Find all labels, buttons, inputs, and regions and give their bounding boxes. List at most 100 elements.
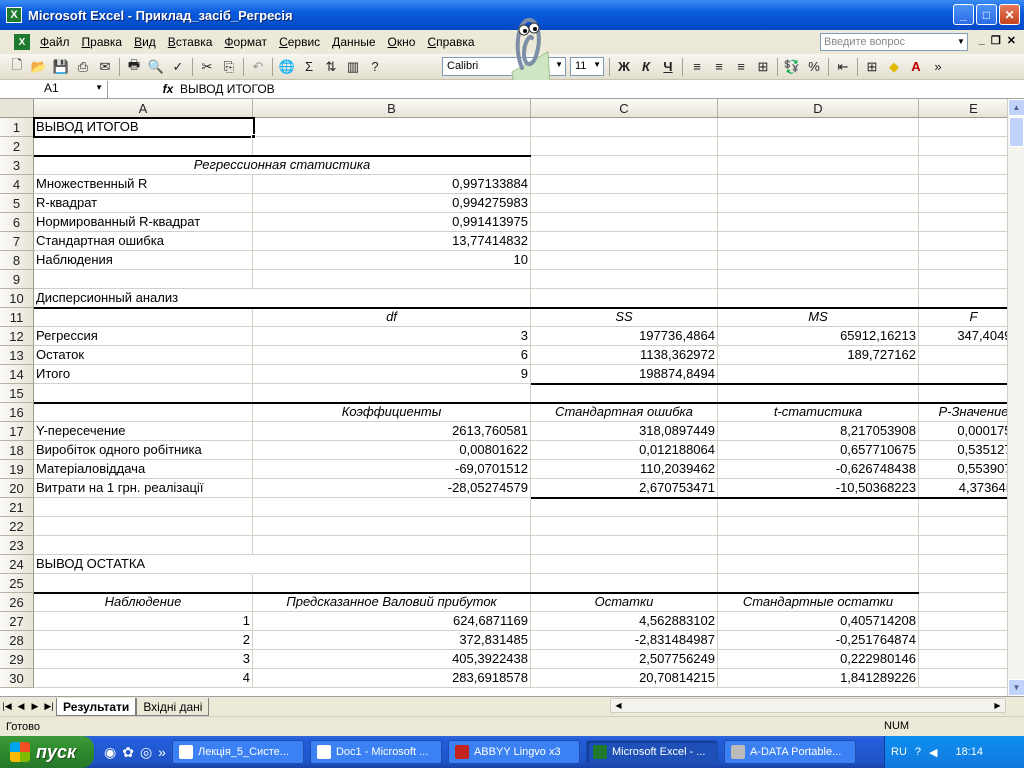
cell-d15[interactable] [718, 384, 919, 403]
select-all-corner[interactable] [0, 99, 34, 118]
row-header[interactable]: 9 [0, 270, 34, 289]
cell-c29[interactable]: 2,507756249 [531, 650, 718, 669]
cell-a29[interactable]: 3 [34, 650, 253, 669]
cell-d14[interactable] [718, 365, 919, 384]
vertical-scrollbar[interactable]: ▲ ▼ [1007, 99, 1024, 696]
new-icon[interactable]: 🗋 [6, 56, 28, 78]
cut-icon[interactable]: ✂ [196, 56, 218, 78]
italic-icon[interactable]: К [635, 56, 657, 78]
cell-b12[interactable]: 3 [253, 327, 531, 346]
hyperlink-icon[interactable]: 🌐 [276, 56, 298, 78]
column-header-b[interactable]: B [253, 99, 531, 118]
row-header[interactable]: 7 [0, 232, 34, 251]
cell-c24[interactable] [531, 555, 718, 574]
cell-a14[interactable]: Итого [34, 365, 253, 384]
close-button[interactable]: ✕ [999, 4, 1020, 25]
maximize-button[interactable]: □ [976, 4, 997, 25]
cell-c28[interactable]: -2,831484987 [531, 631, 718, 650]
menu-edit[interactable]: Правка [76, 35, 129, 49]
cell-b25[interactable] [253, 574, 531, 593]
worksheet-grid[interactable]: A B C D E 1 ВЫВОД ИТОГОВ 2 3 Регрессионная статис… [0, 99, 1024, 696]
row-header[interactable]: 30 [0, 669, 34, 688]
fx-icon[interactable]: fx [156, 82, 180, 96]
spelling-icon[interactable]: ✓ [167, 56, 189, 78]
cell-a18[interactable]: Виробіток одного робітника [34, 441, 253, 460]
cell-b2[interactable] [253, 137, 531, 156]
cell-a6[interactable]: Нормированный R-квадрат [34, 213, 253, 232]
column-header-a[interactable]: A [34, 99, 253, 118]
row-header[interactable]: 15 [0, 384, 34, 403]
cell-d3[interactable] [718, 156, 919, 175]
cell-b19[interactable]: -69,0701512 [253, 460, 531, 479]
row-header[interactable]: 12 [0, 327, 34, 346]
cell-b18[interactable]: 0,00801622 [253, 441, 531, 460]
ask-question-input[interactable]: Введите вопрос [820, 33, 968, 51]
cell-b28[interactable]: 372,831485 [253, 631, 531, 650]
cell-a13[interactable]: Остаток [34, 346, 253, 365]
cell-a20[interactable]: Витрати на 1 грн. реалізації [34, 479, 253, 498]
task-excel[interactable]: Microsoft Excel - ... [585, 740, 718, 764]
task-adata[interactable]: A-DATA Portable... [723, 740, 856, 764]
menu-file[interactable]: Файл [34, 35, 76, 49]
row-header[interactable]: 25 [0, 574, 34, 593]
cell-d10[interactable] [718, 289, 919, 308]
horizontal-scrollbar[interactable]: ◀ ▶ [610, 698, 1006, 713]
cell-b29[interactable]: 405,3922438 [253, 650, 531, 669]
cell-b30[interactable]: 283,6918578 [253, 669, 531, 688]
cell-a21[interactable] [34, 498, 253, 517]
merge-center-icon[interactable]: ⊞ [752, 56, 774, 78]
menu-window[interactable]: Окно [382, 35, 422, 49]
toolbar-options-icon[interactable]: » [927, 56, 949, 78]
row-header[interactable]: 8 [0, 251, 34, 270]
cell-d28[interactable]: -0,251764874 [718, 631, 919, 650]
print-preview-icon[interactable]: 🔍 [145, 56, 167, 78]
undo-icon[interactable]: ↶ [247, 56, 269, 78]
cell-b21[interactable] [253, 498, 531, 517]
menu-format[interactable]: Формат [218, 35, 273, 49]
cell-a2[interactable] [34, 137, 253, 156]
first-sheet-icon[interactable]: |◀ [0, 701, 14, 712]
cell-a24[interactable]: ВЫВОД ОСТАТКА [34, 555, 253, 574]
doc-restore-button[interactable]: ❐ [991, 34, 1001, 47]
name-box[interactable]: A1 ▼ [0, 80, 108, 98]
cell-d5[interactable] [718, 194, 919, 213]
cell-d27[interactable]: 0,405714208 [718, 612, 919, 631]
row-header[interactable]: 17 [0, 422, 34, 441]
cell-c7[interactable] [531, 232, 718, 251]
workbook-icon[interactable]: X [14, 34, 30, 50]
tray-expand-icon[interactable]: ◀ [929, 746, 937, 759]
align-right-icon[interactable]: ≡ [730, 56, 752, 78]
print-icon[interactable]: 🖶 [123, 56, 145, 78]
cell-c15[interactable] [531, 384, 718, 403]
cell-c17[interactable]: 318,0897449 [531, 422, 718, 441]
open-icon[interactable]: 📂 [28, 56, 50, 78]
cell-a19[interactable]: Матеріаловіддача [34, 460, 253, 479]
row-header[interactable]: 16 [0, 403, 34, 422]
cell-a23[interactable] [34, 536, 253, 555]
scroll-left-icon[interactable]: ◀ [611, 699, 626, 712]
cell-c14[interactable]: 198874,8494 [531, 365, 718, 384]
cell-c11[interactable]: SS [531, 308, 718, 327]
task-lingvo[interactable]: ABBYY Lingvo x3 [447, 740, 580, 764]
cell-d17[interactable]: 8,217053908 [718, 422, 919, 441]
cell-d2[interactable] [718, 137, 919, 156]
cell-a28[interactable]: 2 [34, 631, 253, 650]
cell-c20[interactable]: 2,670753471 [531, 479, 718, 498]
cell-d13[interactable]: 189,727162 [718, 346, 919, 365]
row-header[interactable]: 26 [0, 593, 34, 612]
menu-data[interactable]: Данные [326, 35, 381, 49]
cell-c25[interactable] [531, 574, 718, 593]
font-size-select[interactable]: 11 ▼ [570, 57, 604, 76]
sheet-tab-input-data[interactable]: Вхідні дані [136, 697, 210, 716]
column-header-c[interactable]: C [531, 99, 718, 118]
cell-c9[interactable] [531, 270, 718, 289]
cell-a15[interactable] [34, 384, 253, 403]
cell-c4[interactable] [531, 175, 718, 194]
column-header-d[interactable]: D [718, 99, 919, 118]
scroll-up-icon[interactable]: ▲ [1008, 99, 1024, 116]
help-tray-icon[interactable]: ? [915, 746, 921, 758]
cell-c10[interactable] [531, 289, 718, 308]
excel-app-icon[interactable]: X [6, 7, 22, 23]
office-assistant-clippy-icon[interactable] [504, 8, 552, 88]
row-header[interactable]: 4 [0, 175, 34, 194]
